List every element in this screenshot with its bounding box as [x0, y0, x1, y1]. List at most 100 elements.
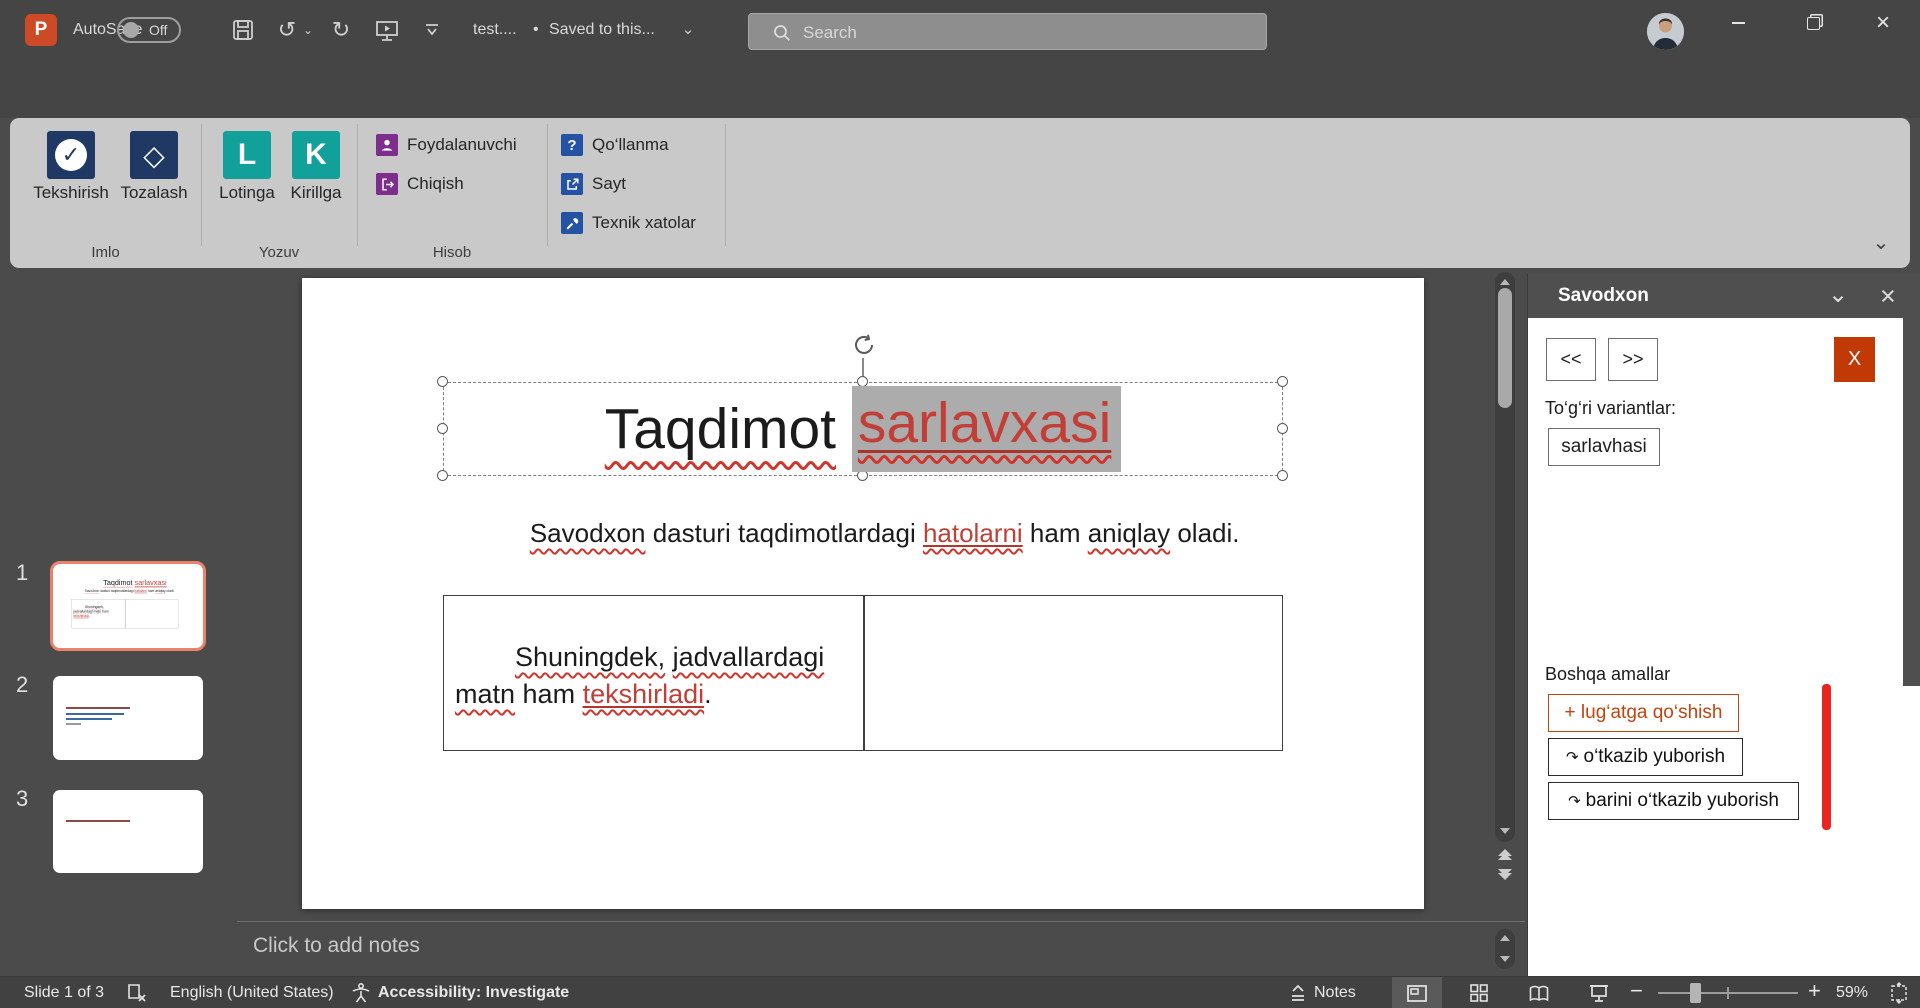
autosave-toggle[interactable]: Off	[117, 17, 181, 43]
zoom-out-button[interactable]: −	[1630, 975, 1643, 1007]
scroll-down-icon[interactable]	[1500, 828, 1510, 834]
zoom-slider-tick	[1727, 987, 1729, 999]
minimize-icon	[1732, 22, 1745, 24]
ribbon-button-chiqish[interactable]: Chiqish	[376, 169, 464, 199]
button-label: Kirillga	[282, 183, 350, 203]
slideshow-from-beginning-icon[interactable]	[374, 19, 400, 43]
ribbon: ✓ Tekshirish ◇ Tozalash Imlo L Lotinga K…	[10, 118, 1910, 268]
title-bar: P AutoSave Off ↺ ⌄ ↻ test.... • Saved to…	[0, 0, 1920, 60]
language-status[interactable]: English (United States)	[170, 977, 334, 1008]
previous-error-button[interactable]: <<	[1546, 338, 1596, 381]
group-label-imlo: Imlo	[10, 244, 201, 261]
slide-thumbnail-1[interactable]: Taqdimot sarlavxasi Savodxon dasturi taq…	[50, 561, 206, 651]
button-label: Qo‘llanma	[592, 134, 669, 156]
slide-sorter-view-button[interactable]	[1454, 977, 1504, 1008]
pane-scrollbar-strip[interactable]	[1903, 318, 1920, 686]
skip-button[interactable]: ↷o‘tkazib yuborish	[1548, 738, 1743, 776]
reading-view-icon	[1528, 984, 1550, 1003]
close-icon: ×	[1876, 9, 1890, 37]
customize-quick-access-icon[interactable]	[424, 23, 440, 37]
search-bar[interactable]	[748, 13, 1267, 50]
slide-scrollbar[interactable]	[1495, 272, 1515, 842]
button-label: Tekshirish	[29, 183, 113, 203]
zoom-percent[interactable]: 59%	[1836, 977, 1868, 1008]
undo-dropdown-icon[interactable]: ⌄	[300, 0, 316, 60]
savodxon-task-pane: Savodxon ⌄ × << >> X To‘g‘ri variantlar:…	[1527, 274, 1920, 976]
document-title[interactable]: test....	[473, 0, 517, 60]
latin-script-icon: L	[223, 131, 271, 179]
pane-options-chevron-icon[interactable]: ⌄	[1828, 280, 1848, 309]
slide-thumbnail-panel: 1 Taqdimot sarlavxasi Savodxon dasturi t…	[0, 268, 237, 976]
scroll-down-icon[interactable]	[1500, 956, 1510, 962]
pane-close-icon[interactable]: ×	[1880, 281, 1896, 312]
save-status-dropdown-icon[interactable]: ⌄	[678, 0, 698, 60]
ribbon-button-sayt[interactable]: Sayt	[561, 169, 626, 199]
ribbon-button-qollanma[interactable]: ? Qo‘llanma	[561, 130, 669, 160]
powerpoint-logo-icon[interactable]: P	[25, 14, 57, 46]
undo-icon[interactable]: ↺	[272, 0, 302, 60]
thumbnail-link-line	[66, 718, 112, 720]
spellcheck-icon: ✓	[47, 131, 95, 179]
close-button[interactable]: ×	[1860, 0, 1906, 46]
slide-table[interactable]: Shuningdek, jadvallardagi matn ham teksh…	[443, 595, 1283, 751]
scrollbar-thumb[interactable]	[1498, 288, 1512, 408]
status-bar: Slide 1 of 3 English (United States) Acc…	[0, 976, 1920, 1008]
slide-subtitle-text[interactable]: Savodxon dasturi taqdimotlardagi hatolar…	[302, 487, 1424, 580]
minimize-button[interactable]	[1715, 0, 1761, 46]
next-error-button[interactable]: >>	[1608, 338, 1658, 381]
group-divider	[357, 124, 358, 246]
suggestion-button[interactable]: sarlavhasi	[1548, 428, 1660, 466]
ribbon-button-tozalash[interactable]: ◇ Tozalash	[113, 131, 195, 203]
scroll-up-icon[interactable]	[1500, 935, 1510, 941]
ribbon-button-texnik-xatolar[interactable]: Texnik xatolar	[561, 208, 696, 238]
table-word-error: tekshirladi	[583, 679, 705, 709]
clear-formatting-icon: ◇	[130, 131, 178, 179]
notes-toggle[interactable]: Notes	[1314, 977, 1356, 1008]
scroll-up-icon[interactable]	[1500, 279, 1510, 285]
zoom-slider-thumb[interactable]	[1690, 983, 1701, 1003]
search-input[interactable]	[801, 14, 1245, 51]
add-to-dictionary-button[interactable]: + lug‘atga qo‘shish	[1548, 694, 1739, 732]
notes-placeholder[interactable]: Click to add notes	[253, 934, 420, 958]
slide-indicator[interactable]: Slide 1 of 3	[24, 977, 104, 1008]
zoom-in-button[interactable]: +	[1808, 975, 1821, 1007]
notes-scrollbar[interactable]	[1495, 929, 1515, 969]
rotate-handle-icon[interactable]	[851, 332, 877, 358]
title-word-selected-error: sarlavxasi	[852, 386, 1121, 472]
dismiss-error-button[interactable]: X	[1834, 337, 1875, 382]
accessibility-status[interactable]: Accessibility: Investigate	[378, 977, 569, 1008]
thumbnail-miniature: Taqdimot sarlavxasi Savodxon dasturi taq…	[54, 565, 196, 645]
accessibility-icon[interactable]	[350, 982, 372, 1004]
slide-canvas[interactable]: Taqdimot sarlavxasi Savodxon dasturi taq…	[302, 278, 1424, 909]
avatar[interactable]	[1647, 13, 1684, 50]
next-slide-button[interactable]	[1498, 869, 1512, 880]
previous-slide-button[interactable]	[1498, 849, 1512, 860]
reading-view-button[interactable]	[1514, 977, 1564, 1008]
slide-title-text[interactable]: Taqdimot sarlavxasi	[443, 382, 1283, 476]
save-status[interactable]: Saved to this...	[549, 0, 655, 60]
redo-icon[interactable]: ↻	[326, 0, 356, 60]
slide-thumbnail-3[interactable]	[53, 790, 203, 873]
skip-all-button[interactable]: ↷barini o‘tkazib yuborish	[1548, 782, 1799, 820]
normal-view-button[interactable]	[1392, 977, 1442, 1008]
save-icon[interactable]	[231, 18, 255, 42]
collapse-ribbon-icon[interactable]: ⌄	[1866, 230, 1896, 255]
slide-number: 3	[16, 786, 28, 812]
restore-icon	[1807, 17, 1820, 30]
table-cell-text[interactable]: Shuningdek, jadvallardagi matn ham teksh…	[455, 602, 847, 750]
slide-thumbnail-2[interactable]	[53, 676, 203, 760]
fit-slide-to-window-icon[interactable]	[1888, 982, 1910, 1004]
subtitle-word-misspelled: Savodxon	[530, 518, 646, 548]
restore-button[interactable]	[1790, 0, 1836, 46]
notes-divider[interactable]	[237, 921, 1525, 922]
ribbon-button-foydalanuvchi[interactable]: Foydalanuvchi	[376, 130, 517, 160]
ribbon-button-kirillga[interactable]: K Kirillga	[282, 131, 350, 203]
user-icon	[376, 134, 398, 156]
sign-out-icon	[376, 173, 398, 195]
ribbon-button-lotinga[interactable]: L Lotinga	[212, 131, 282, 203]
spellcheck-status-icon[interactable]	[126, 983, 148, 1003]
skip-arrow-icon: ↷	[1568, 793, 1581, 810]
slideshow-view-button[interactable]	[1574, 977, 1624, 1008]
ribbon-button-tekshirish[interactable]: ✓ Tekshirish	[29, 131, 113, 203]
ribbon-tab-row: File Home Insert Draw Design Transitions…	[0, 60, 1920, 118]
